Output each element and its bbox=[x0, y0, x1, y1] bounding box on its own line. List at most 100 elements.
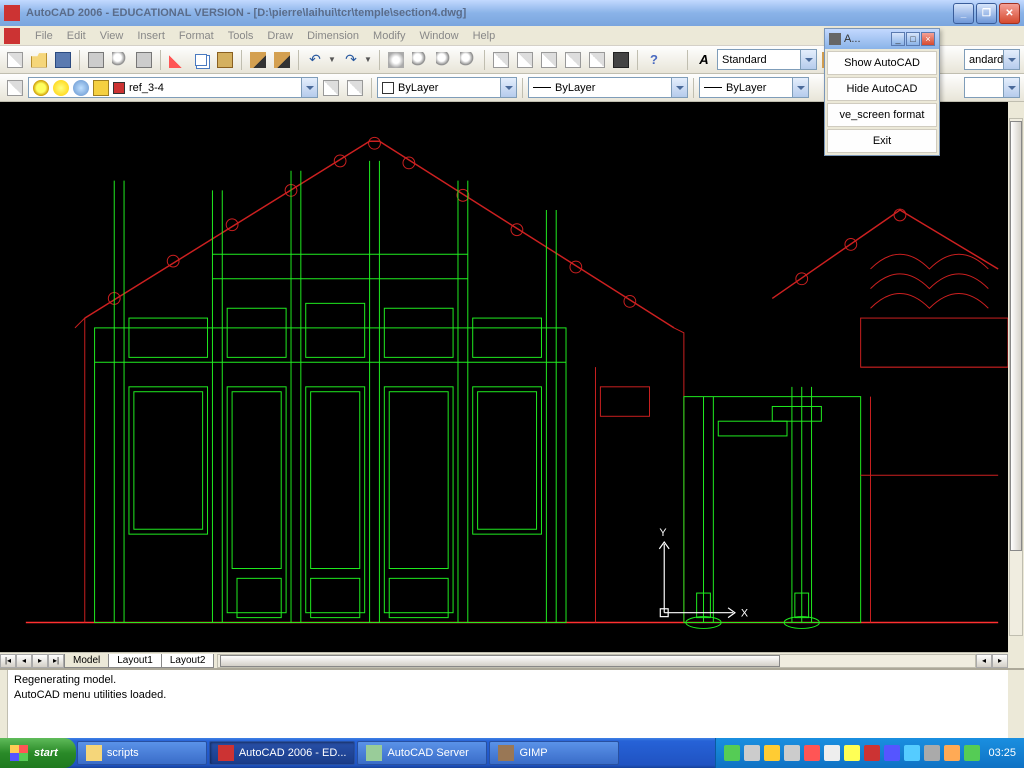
menu-file[interactable]: File bbox=[28, 28, 60, 44]
menu-view[interactable]: View bbox=[93, 28, 131, 44]
hscroll-right[interactable]: ▸ bbox=[992, 654, 1008, 668]
menu-help[interactable]: Help bbox=[466, 28, 503, 44]
minimize-button[interactable]: _ bbox=[953, 3, 974, 24]
help-button[interactable]: ? bbox=[643, 49, 665, 71]
tab-layout2[interactable]: Layout2 bbox=[161, 654, 215, 668]
command-area[interactable]: Regenerating model. AutoCAD menu utiliti… bbox=[0, 668, 1024, 738]
tray-icon[interactable] bbox=[864, 745, 880, 761]
zoomprev-button[interactable] bbox=[457, 49, 479, 71]
copy-button[interactable] bbox=[190, 49, 212, 71]
paste-button[interactable] bbox=[214, 49, 236, 71]
cmd-scroll[interactable] bbox=[1008, 670, 1024, 738]
tray-icon[interactable] bbox=[764, 745, 780, 761]
linetype-combo[interactable]: ByLayer bbox=[528, 77, 688, 98]
popup-hide-autocad[interactable]: Hide AutoCAD bbox=[827, 77, 937, 101]
markup-button[interactable] bbox=[586, 49, 608, 71]
tab-last[interactable]: ▸| bbox=[48, 654, 64, 668]
blockeditor-button[interactable] bbox=[271, 49, 293, 71]
markup-icon bbox=[589, 52, 605, 68]
tab-prev[interactable]: ◂ bbox=[16, 654, 32, 668]
menu-tools[interactable]: Tools bbox=[221, 28, 261, 44]
task-autocad-server[interactable]: AutoCAD Server bbox=[357, 741, 487, 765]
tab-next[interactable]: ▸ bbox=[32, 654, 48, 668]
textstyle-icon-button[interactable]: A bbox=[693, 49, 715, 71]
menu-window[interactable]: Window bbox=[412, 28, 465, 44]
plotstyle-combo[interactable] bbox=[964, 77, 1020, 98]
tray-icon[interactable] bbox=[904, 745, 920, 761]
popup-icon bbox=[829, 33, 841, 45]
task-scripts[interactable]: scripts bbox=[77, 741, 207, 765]
redo-button[interactable]: ↷ bbox=[340, 49, 362, 71]
lineweight-combo[interactable]: ByLayer bbox=[699, 77, 809, 98]
ssm-button[interactable] bbox=[562, 49, 584, 71]
tray-icon[interactable] bbox=[724, 745, 740, 761]
popup-show-autocad[interactable]: Show AutoCAD bbox=[827, 51, 937, 75]
popup-min[interactable]: _ bbox=[891, 32, 905, 46]
menu-insert[interactable]: Insert bbox=[130, 28, 172, 44]
textstyle-combo[interactable]: Standard bbox=[717, 49, 817, 70]
freeze-icon bbox=[73, 80, 89, 96]
tray-icon[interactable] bbox=[804, 745, 820, 761]
linetype-value: ByLayer bbox=[555, 82, 595, 94]
tab-model[interactable]: Model bbox=[64, 654, 109, 668]
clock[interactable]: 03:25 bbox=[988, 747, 1016, 759]
popup-close[interactable]: × bbox=[921, 32, 935, 46]
hscrollbar[interactable] bbox=[217, 654, 976, 668]
dc-button[interactable] bbox=[514, 49, 536, 71]
textstyle-value: Standard bbox=[722, 54, 767, 66]
vscrollbar[interactable] bbox=[1008, 102, 1024, 652]
menu-draw[interactable]: Draw bbox=[260, 28, 300, 44]
tablestyle-combo[interactable]: andard bbox=[964, 49, 1020, 70]
redo-dropdown[interactable]: ▼ bbox=[364, 55, 374, 64]
tab-first[interactable]: |◂ bbox=[0, 654, 16, 668]
tray-icon[interactable] bbox=[784, 745, 800, 761]
undo-button[interactable]: ↶ bbox=[304, 49, 326, 71]
tray-icon[interactable] bbox=[964, 745, 980, 761]
tray-icon[interactable] bbox=[744, 745, 760, 761]
color-combo[interactable]: ByLayer bbox=[377, 77, 517, 98]
new-button[interactable] bbox=[4, 49, 26, 71]
match-button[interactable] bbox=[247, 49, 269, 71]
drawing-canvas[interactable]: X Y bbox=[0, 102, 1024, 652]
tp-button[interactable] bbox=[538, 49, 560, 71]
menu-edit[interactable]: Edit bbox=[60, 28, 93, 44]
server-icon bbox=[366, 745, 382, 761]
layerprev-button[interactable] bbox=[320, 77, 342, 99]
tray-icon[interactable] bbox=[824, 745, 840, 761]
task-autocad[interactable]: AutoCAD 2006 - ED... bbox=[209, 741, 356, 765]
tray-icon[interactable] bbox=[844, 745, 860, 761]
zoomwin-button[interactable] bbox=[433, 49, 455, 71]
maximize-button[interactable]: ❐ bbox=[976, 3, 997, 24]
tray-icon[interactable] bbox=[884, 745, 900, 761]
publish-button[interactable] bbox=[133, 49, 155, 71]
print-button[interactable] bbox=[85, 49, 107, 71]
cut-button[interactable] bbox=[166, 49, 188, 71]
system-tray[interactable]: 03:25 bbox=[715, 738, 1024, 768]
close-button[interactable]: ✕ bbox=[999, 3, 1020, 24]
undo-dropdown[interactable]: ▼ bbox=[328, 55, 338, 64]
preview-button[interactable] bbox=[109, 49, 131, 71]
hscroll-left[interactable]: ◂ bbox=[976, 654, 992, 668]
popup-ve-screen-format[interactable]: ve_screen format bbox=[827, 103, 937, 127]
layer-combo[interactable]: ref_3-4 bbox=[28, 77, 318, 98]
tray-icon[interactable] bbox=[924, 745, 940, 761]
layerprops-button[interactable] bbox=[4, 77, 26, 99]
start-button[interactable]: start bbox=[0, 738, 76, 768]
properties-button[interactable] bbox=[490, 49, 512, 71]
tab-layout1[interactable]: Layout1 bbox=[108, 654, 162, 668]
popup-exit[interactable]: Exit bbox=[827, 129, 937, 153]
open-button[interactable] bbox=[28, 49, 50, 71]
pan-button[interactable] bbox=[385, 49, 407, 71]
menu-modify[interactable]: Modify bbox=[366, 28, 412, 44]
zoomrt-button[interactable] bbox=[409, 49, 431, 71]
task-gimp[interactable]: GIMP bbox=[489, 741, 619, 765]
menu-format[interactable]: Format bbox=[172, 28, 221, 44]
cmd-grip[interactable] bbox=[0, 670, 8, 738]
tray-icon[interactable] bbox=[944, 745, 960, 761]
save-button[interactable] bbox=[52, 49, 74, 71]
popup-titlebar[interactable]: A... _ □ × bbox=[825, 29, 939, 49]
layerstate-button[interactable] bbox=[344, 77, 366, 99]
menu-dimension[interactable]: Dimension bbox=[300, 28, 366, 44]
popup-max[interactable]: □ bbox=[906, 32, 920, 46]
calc-button[interactable] bbox=[610, 49, 632, 71]
